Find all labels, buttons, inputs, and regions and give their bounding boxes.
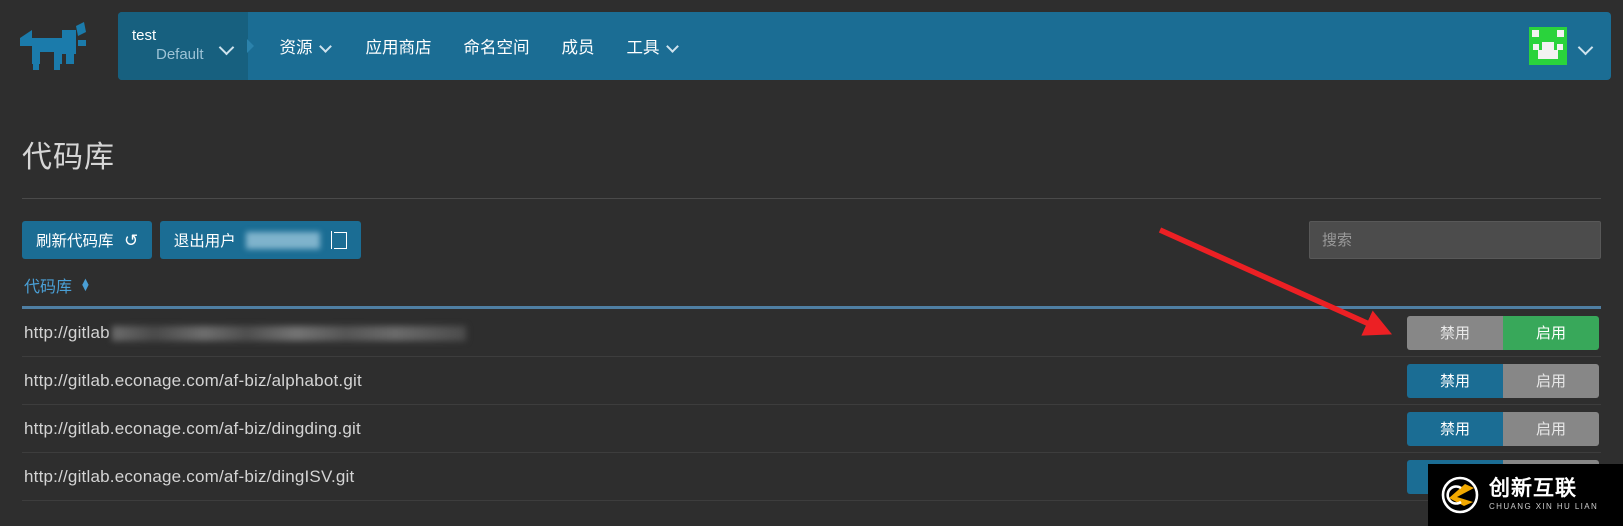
watermark-text: 创新互联 CHUANG XIN HU LIAN	[1489, 477, 1599, 512]
refresh-icon: ↻	[123, 230, 138, 250]
redacted-username	[245, 231, 320, 249]
enable-button[interactable]: 启用	[1503, 315, 1599, 350]
nav-item-namespaces[interactable]: 命名空间	[448, 12, 546, 80]
row-action-group: 禁用 启用	[1407, 411, 1599, 446]
title-divider	[22, 198, 1601, 199]
watermark: 创新互联 CHUANG XIN HU LIAN	[1428, 464, 1623, 526]
search-container	[1309, 221, 1601, 259]
chevron-down-icon	[220, 42, 234, 51]
disable-button[interactable]: 禁用	[1407, 363, 1503, 398]
table-row[interactable]: http://gitlab.econage.com/af-biz/dingISV…	[22, 453, 1601, 501]
nav-item-label: 成员	[561, 39, 595, 57]
nav-item-label: 资源	[279, 39, 313, 57]
enable-button[interactable]: 启用	[1503, 411, 1599, 446]
cluster-project-selector[interactable]: test Default	[118, 12, 248, 80]
watermark-pinyin: CHUANG XIN HU LIAN	[1489, 502, 1599, 512]
nav-item-tools[interactable]: 工具	[611, 12, 697, 80]
navbar: test Default 资源 应用商店 命名空间 成员 工具	[118, 12, 1611, 80]
logout-user-button[interactable]: 退出用户	[159, 221, 361, 259]
table-row[interactable]: http://gitlab.econage.com/af-biz/dingdin…	[22, 405, 1601, 453]
refresh-repos-label: 刷新代码库	[36, 233, 114, 250]
chuangxin-hulian-logo	[1441, 476, 1479, 514]
avatar[interactable]	[1529, 27, 1567, 65]
nav-item-resources[interactable]: 资源	[264, 12, 350, 80]
toolbar: 刷新代码库 ↻ 退出用户	[22, 221, 1601, 259]
disable-button[interactable]: 禁用	[1407, 411, 1503, 446]
logout-user-label: 退出用户	[173, 233, 236, 250]
watermark-chinese: 创新互联	[1489, 477, 1577, 501]
project-name: Default	[156, 46, 204, 63]
chevron-down-icon	[667, 42, 681, 51]
repository-url: http://gitlab.econage.com/af-biz/dingISV…	[24, 466, 355, 486]
nav-item-label: 命名空间	[463, 39, 530, 57]
top-navigation-bar: test Default 资源 应用商店 命名空间 成员 工具	[0, 0, 1623, 92]
sort-updown-icon: ▲ ▼	[80, 276, 91, 294]
column-header-repository[interactable]: 代码库 ▲ ▼	[24, 273, 91, 297]
disable-button[interactable]: 禁用	[1407, 315, 1503, 350]
exit-door-icon	[330, 230, 347, 249]
nav-item-label: 工具	[626, 39, 660, 57]
table-row[interactable]: http://gitlab.econage.com/af-biz/alphabo…	[22, 357, 1601, 405]
repository-url: http://gitlab	[24, 323, 466, 343]
rancher-cow-logo	[20, 22, 86, 70]
breadcrumb-arrow-icon	[246, 39, 254, 53]
cluster-name: test	[132, 27, 157, 45]
page-content: 代码库 刷新代码库 ↻ 退出用户 代码库 ▲▼ htt	[0, 92, 1623, 501]
refresh-repos-button[interactable]: 刷新代码库 ↻	[22, 221, 152, 259]
table-header: 代码库 ▲ ▼	[22, 273, 1601, 309]
chevron-down-icon[interactable]	[1579, 42, 1593, 51]
column-header-label: 代码库	[24, 279, 73, 296]
table-row[interactable]: http://gitlab 禁用 启用	[22, 309, 1601, 357]
cluster-names: test Default	[132, 27, 204, 65]
row-action-group: 禁用 启用	[1407, 363, 1599, 398]
search-input[interactable]	[1309, 221, 1601, 259]
row-action-group: 禁用 启用	[1407, 315, 1599, 350]
page-title: 代码库	[22, 141, 115, 174]
repository-url: http://gitlab.econage.com/af-biz/alphabo…	[24, 370, 362, 390]
nav-items: 资源 应用商店 命名空间 成员 工具	[254, 12, 1529, 80]
repositories-table: 代码库 ▲ ▼ http://gitlab 禁用 启用 http://gitlab…	[22, 273, 1601, 501]
rancher-logo[interactable]	[0, 0, 118, 92]
nav-item-app-store[interactable]: 应用商店	[350, 12, 448, 80]
nav-right-section	[1529, 12, 1611, 80]
repository-url: http://gitlab.econage.com/af-biz/dingdin…	[24, 418, 361, 438]
chevron-down-icon	[320, 42, 334, 51]
repository-url-text: http://gitlab	[24, 322, 110, 342]
nav-item-members[interactable]: 成员	[546, 12, 611, 80]
redacted-url-segment	[111, 325, 466, 341]
nav-item-label: 应用商店	[365, 39, 432, 57]
enable-button[interactable]: 启用	[1503, 363, 1599, 398]
